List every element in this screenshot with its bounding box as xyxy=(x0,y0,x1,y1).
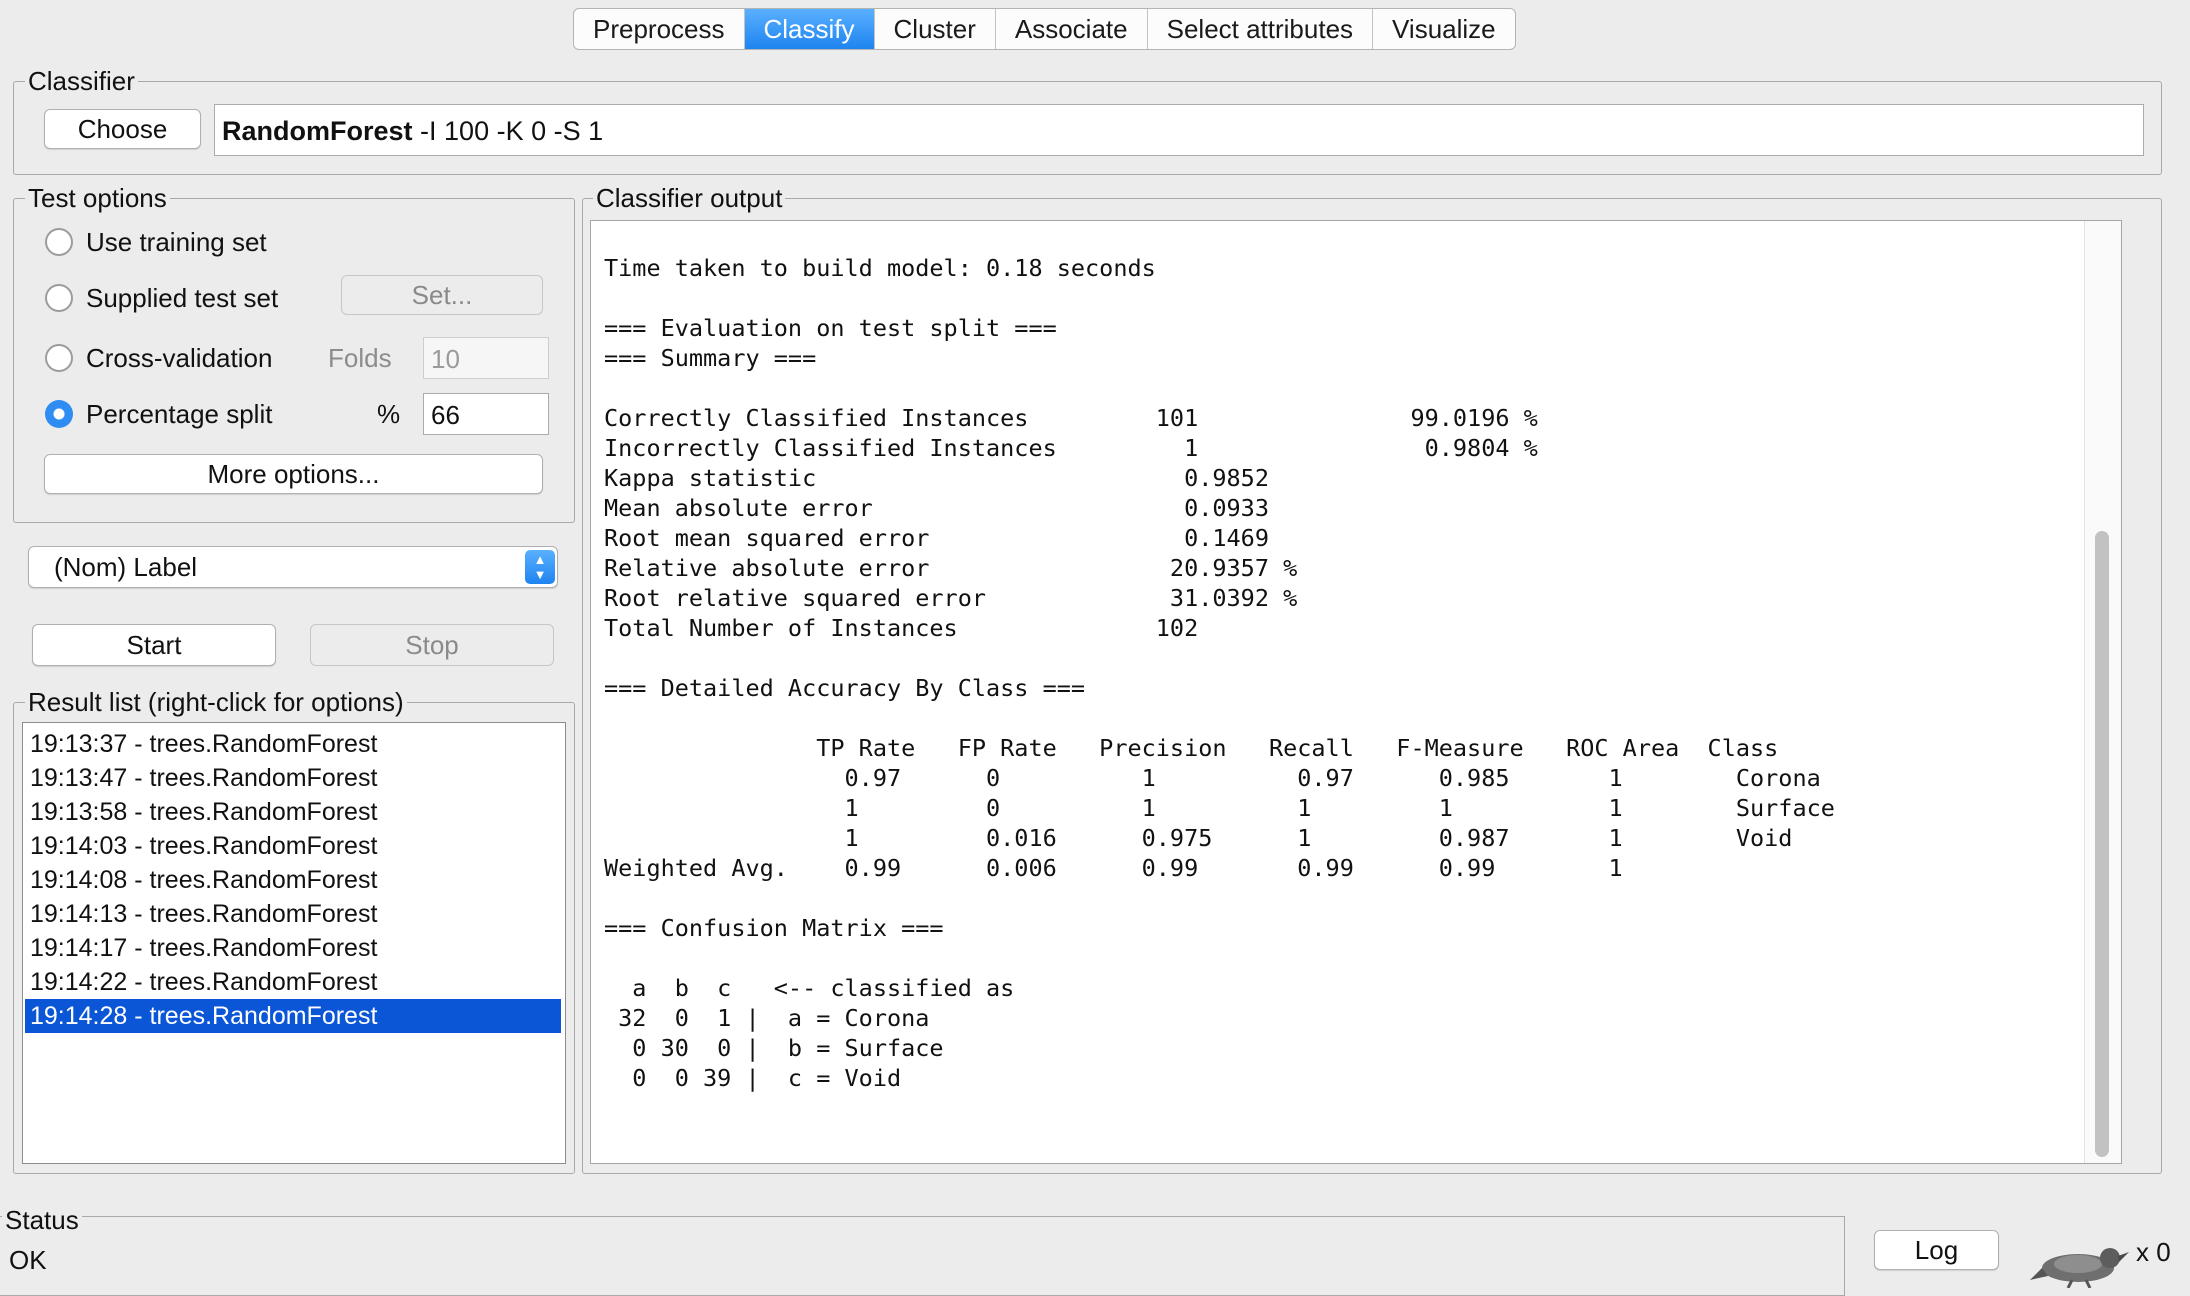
output-line: 1 0.016 0.975 1 0.987 1 Void xyxy=(604,824,1793,852)
output-line: === Detailed Accuracy By Class === xyxy=(604,674,1086,702)
output-line: TP Rate FP Rate Precision Recall F-Measu… xyxy=(604,734,1779,762)
status-text: OK xyxy=(9,1245,47,1275)
choose-classifier-button[interactable]: Choose xyxy=(44,109,201,149)
select-updown-icon: ▲ ▼ xyxy=(525,550,555,584)
output-line: Total Number of Instances 102 xyxy=(604,614,1199,642)
output-line: === Evaluation on test split === xyxy=(604,314,1057,342)
result-item[interactable]: 19:14:22 - trees.RandomForest xyxy=(25,965,561,999)
output-line: 32 0 1 | a = Corona xyxy=(604,1004,930,1032)
output-line: Relative absolute error 20.9357 % xyxy=(604,554,1298,582)
output-line: Root mean squared error 0.1469 xyxy=(604,524,1269,552)
result-item[interactable]: 19:14:08 - trees.RandomForest xyxy=(25,863,561,897)
output-line: 1 0 1 1 1 1 Surface xyxy=(604,794,1835,822)
output-line: Correctly Classified Instances 101 99.01… xyxy=(604,404,1538,432)
more-options-button[interactable]: More options... xyxy=(44,454,543,494)
tab-bar: Preprocess Classify Cluster Associate Se… xyxy=(573,8,1516,50)
classifier-options: -I 100 -K 0 -S 1 xyxy=(420,116,604,146)
start-button[interactable]: Start xyxy=(32,624,276,666)
classifier-output-text[interactable]: Time taken to build model: 0.18 seconds … xyxy=(590,220,2122,1164)
output-line: Kappa statistic 0.9852 xyxy=(604,464,1269,492)
percent-label: % xyxy=(377,399,401,429)
tab-classify[interactable]: Classify xyxy=(744,9,875,49)
log-button[interactable]: Log xyxy=(1874,1230,1999,1270)
output-line: Weighted Avg. 0.99 0.006 0.99 0.99 0.99 … xyxy=(604,854,1623,882)
weka-bird-icon xyxy=(2030,1248,2129,1288)
result-item[interactable]: 19:14:17 - trees.RandomForest xyxy=(25,931,561,965)
task-count: x 0 xyxy=(2136,1237,2171,1267)
percentage-split-radio[interactable] xyxy=(45,400,73,428)
output-line: 0 30 0 | b = Surface xyxy=(604,1034,944,1062)
use-training-set-radio[interactable] xyxy=(45,228,73,256)
classifier-name: RandomForest xyxy=(222,116,413,146)
stop-button[interactable]: Stop xyxy=(310,624,554,666)
result-item[interactable]: 19:13:58 - trees.RandomForest xyxy=(25,795,561,829)
test-options-legend: Test options xyxy=(25,183,170,213)
status-legend: Status xyxy=(2,1205,82,1235)
class-attribute-value: (Nom) Label xyxy=(54,552,198,582)
output-line: Root relative squared error 31.0392 % xyxy=(604,584,1298,612)
set-test-set-button[interactable]: Set... xyxy=(341,275,543,315)
result-list-legend: Result list (right-click for options) xyxy=(25,687,407,717)
output-line: 0 0 39 | c = Void xyxy=(604,1064,902,1092)
classifier-config-field[interactable]: RandomForest -I 100 -K 0 -S 1 xyxy=(214,104,2144,156)
output-line: Mean absolute error 0.0933 xyxy=(604,494,1269,522)
tab-cluster[interactable]: Cluster xyxy=(875,9,996,49)
output-scrollbar[interactable] xyxy=(2084,221,2121,1163)
percentage-split-input[interactable]: 66 xyxy=(423,393,549,435)
percentage-split-label: Percentage split xyxy=(86,399,273,429)
result-list[interactable]: 19:13:37 - trees.RandomForest 19:13:47 -… xyxy=(22,722,566,1164)
classifier-output-legend: Classifier output xyxy=(593,183,786,213)
supplied-test-set-label: Supplied test set xyxy=(86,283,279,313)
result-item[interactable]: 19:14:13 - trees.RandomForest xyxy=(25,897,561,931)
tab-visualize[interactable]: Visualize xyxy=(1373,9,1515,49)
output-line: a b c <-- classified as xyxy=(604,974,1015,1002)
result-item[interactable]: 19:13:47 - trees.RandomForest xyxy=(25,761,561,795)
output-line: === Summary === xyxy=(604,344,817,372)
result-item-selected[interactable]: 19:14:28 - trees.RandomForest xyxy=(25,999,561,1033)
classifier-legend: Classifier xyxy=(25,66,138,96)
tab-preprocess[interactable]: Preprocess xyxy=(574,9,745,49)
tab-associate[interactable]: Associate xyxy=(996,9,1148,49)
tab-select-attributes[interactable]: Select attributes xyxy=(1148,9,1374,49)
result-item[interactable]: 19:13:37 - trees.RandomForest xyxy=(25,727,561,761)
output-line: 0.97 0 1 0.97 0.985 1 Corona xyxy=(604,764,1821,792)
status-group xyxy=(0,1216,1845,1296)
class-attribute-select[interactable]: (Nom) Label ▲ ▼ xyxy=(28,546,558,588)
folds-label: Folds xyxy=(328,343,392,373)
use-training-set-label: Use training set xyxy=(86,227,267,257)
result-item[interactable]: 19:14:03 - trees.RandomForest xyxy=(25,829,561,863)
output-line: Time taken to build model: 0.18 seconds xyxy=(604,254,1156,282)
output-scrollbar-thumb[interactable] xyxy=(2095,531,2109,1157)
output-line: === Confusion Matrix === xyxy=(604,914,944,942)
supplied-test-set-radio[interactable] xyxy=(45,284,73,312)
folds-input[interactable]: 10 xyxy=(423,337,549,379)
output-line: Incorrectly Classified Instances 1 0.980… xyxy=(604,434,1538,462)
cross-validation-radio[interactable] xyxy=(45,344,73,372)
cross-validation-label: Cross-validation xyxy=(86,343,273,373)
